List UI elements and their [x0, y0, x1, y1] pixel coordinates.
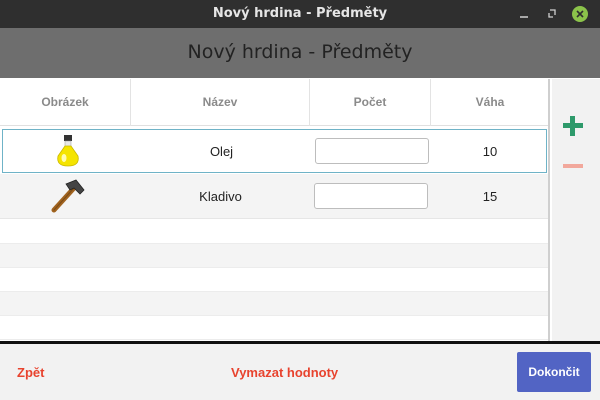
table-row[interactable]: Olej 10: [2, 129, 547, 173]
clear-values-button[interactable]: Vymazat hodnoty: [231, 365, 338, 380]
page-title: Nový hrdina - Předměty: [187, 41, 413, 63]
item-weight: 15: [482, 188, 498, 204]
item-weight: 10: [482, 143, 498, 159]
window-title: Nový hrdina - Předměty: [212, 6, 388, 21]
maximize-icon[interactable]: [542, 4, 562, 24]
title-bar: Nový hrdina - Předměty: [0, 0, 600, 28]
count-input[interactable]: [314, 138, 429, 164]
hammer-icon: [51, 179, 85, 213]
close-icon[interactable]: [570, 4, 590, 24]
count-input[interactable]: [313, 183, 428, 209]
side-panel: [552, 79, 600, 341]
items-table: Obrázek Název Počet Váha Olej 10 Kladivo…: [0, 79, 550, 341]
column-header-name[interactable]: Název: [131, 79, 310, 126]
page-header: Nový hrdina - Předměty: [0, 28, 600, 78]
empty-row: [0, 316, 548, 340]
column-header-weight[interactable]: Váha: [431, 79, 548, 126]
empty-row: [0, 268, 548, 292]
item-count-cell: [310, 174, 431, 218]
table-row[interactable]: Kladivo 15: [0, 174, 548, 219]
empty-row: [0, 292, 548, 316]
oil-flask-icon: [56, 135, 79, 167]
table-header: Obrázek Název Počet Váha: [0, 79, 548, 126]
item-image-cell: [0, 174, 131, 218]
item-count-cell: [311, 130, 432, 172]
minus-icon[interactable]: [562, 155, 584, 177]
column-header-count[interactable]: Počet: [310, 79, 431, 126]
footer: Zpět Vymazat hodnoty Dokončit: [0, 344, 600, 400]
item-name: Olej: [209, 143, 234, 159]
finish-button[interactable]: Dokončit: [517, 352, 591, 392]
empty-row: [0, 220, 548, 244]
app-window: Nový hrdina - Předměty Nový hrdina - Pře…: [0, 0, 600, 400]
minimize-icon[interactable]: [514, 4, 534, 24]
item-image-cell: [3, 130, 132, 172]
column-header-image[interactable]: Obrázek: [0, 79, 131, 126]
empty-row: [0, 244, 548, 268]
back-button[interactable]: Zpět: [17, 365, 44, 380]
plus-icon[interactable]: [562, 115, 584, 137]
item-name: Kladivo: [199, 188, 242, 204]
